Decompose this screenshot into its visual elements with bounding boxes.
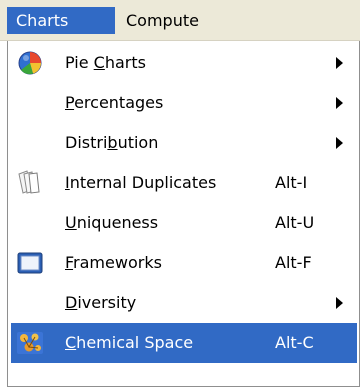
shortcut-label: Alt-I — [275, 173, 308, 192]
duplicate-pages-icon — [18, 170, 40, 194]
menu-compute[interactable]: Compute — [117, 7, 208, 34]
menu-item-label: Percentages — [65, 93, 164, 112]
charts-dropdown-menu: Pie Charts Percentages Distribution Inte… — [7, 41, 360, 387]
menu-item-label: Pie Charts — [65, 53, 146, 72]
framework-window-icon — [17, 252, 43, 274]
menu-item-percentages[interactable]: Percentages — [11, 83, 357, 123]
menu-charts[interactable]: Charts — [7, 7, 115, 34]
menu-item-label: Internal Duplicates — [65, 173, 217, 192]
menu-item-internal-duplicates[interactable]: Internal Duplicates Alt-I — [11, 163, 357, 203]
menu-item-uniqueness[interactable]: Uniqueness Alt-U — [11, 203, 357, 243]
menu-item-chemical-space[interactable]: Chemical Space Alt-C — [11, 323, 357, 363]
chemical-space-icon — [17, 332, 43, 354]
submenu-arrow-icon — [336, 297, 343, 309]
shortcut-label: Alt-C — [275, 333, 314, 352]
menubar: Charts Compute — [0, 0, 360, 41]
menu-item-label: Uniqueness — [65, 213, 159, 232]
menu-item-label: Frameworks — [65, 253, 162, 272]
shortcut-label: Alt-F — [275, 253, 312, 272]
submenu-arrow-icon — [336, 57, 343, 69]
submenu-arrow-icon — [336, 97, 343, 109]
menu-item-label: Distribution — [65, 133, 159, 152]
shortcut-label: Alt-U — [275, 213, 315, 232]
menu-item-distribution[interactable]: Distribution — [11, 123, 357, 163]
menu-item-frameworks[interactable]: Frameworks Alt-F — [11, 243, 357, 283]
menu-item-label: Diversity — [65, 293, 137, 312]
pie-chart-icon — [18, 51, 42, 75]
menu-item-diversity[interactable]: Diversity — [11, 283, 357, 323]
menu-item-label: Chemical Space — [65, 333, 194, 352]
menu-item-pie-charts[interactable]: Pie Charts — [11, 43, 357, 83]
submenu-arrow-icon — [336, 137, 343, 149]
